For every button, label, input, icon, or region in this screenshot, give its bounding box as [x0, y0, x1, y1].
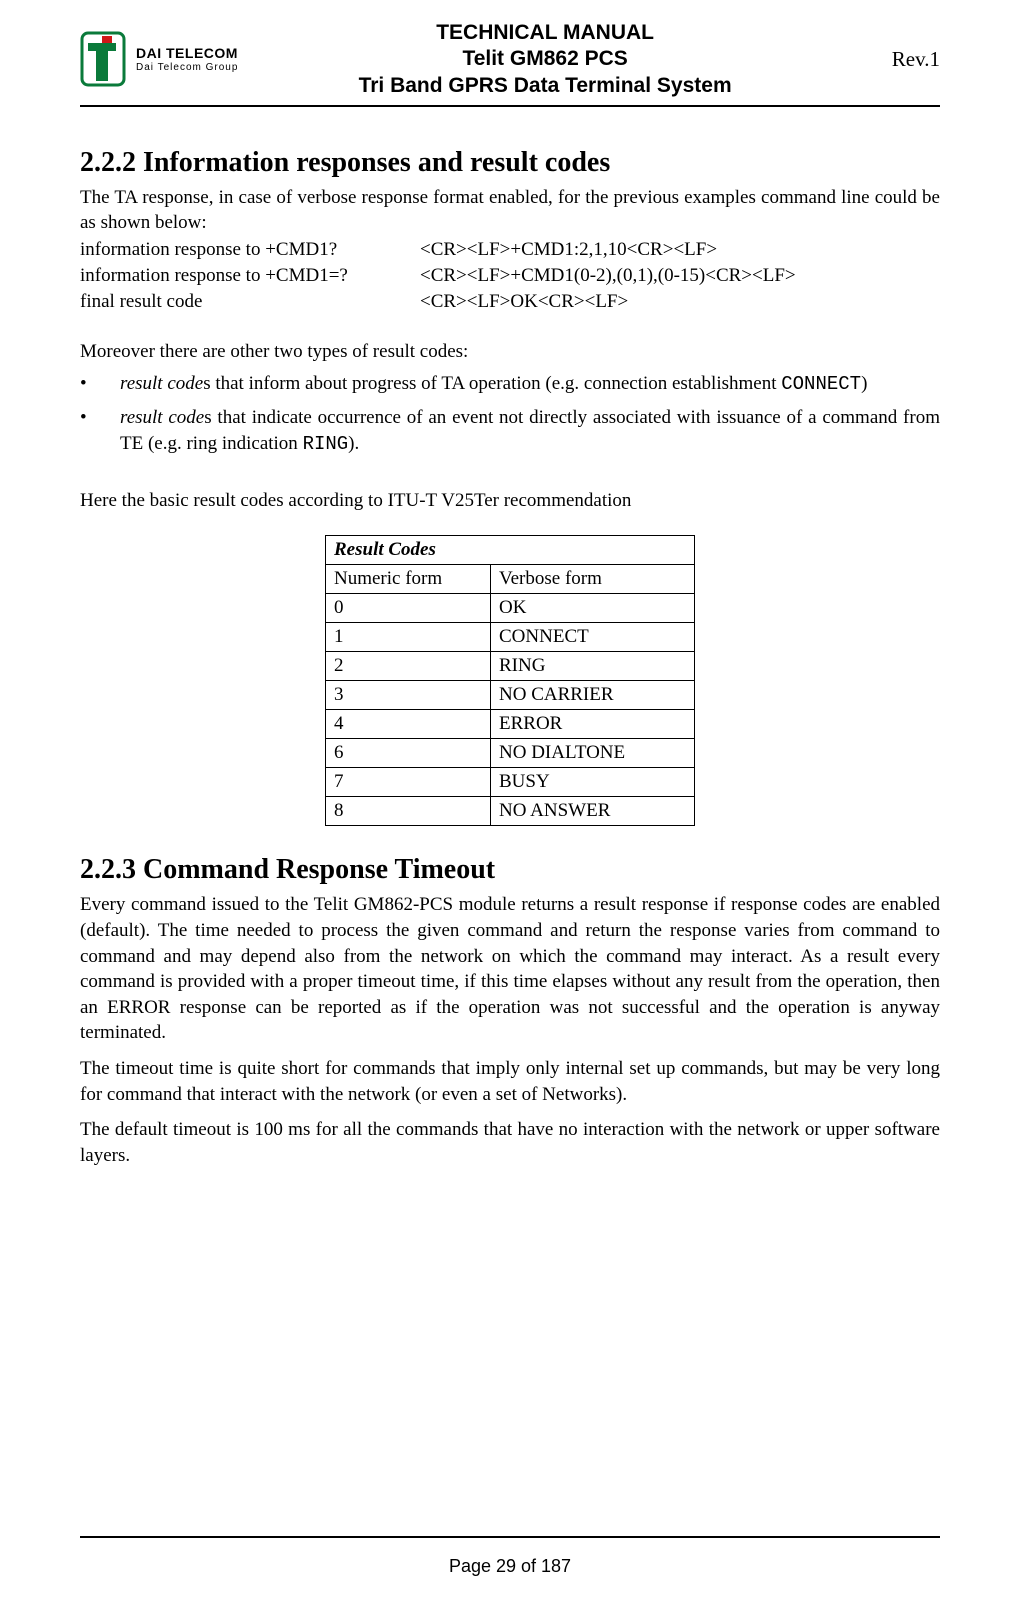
- header-title-line2: Telit GM862 PCS: [238, 46, 851, 72]
- bullet-mono: RING: [303, 433, 349, 455]
- logo-text: DAI TELECOM Dai Telecom Group: [136, 46, 238, 72]
- info-row: final result code <CR><LF>OK<CR><LF>: [80, 291, 940, 313]
- info-label: final result code: [80, 291, 420, 313]
- logo-icon: [80, 31, 126, 87]
- section-222-basic-intro: Here the basic result codes according to…: [80, 488, 940, 514]
- page-header: DAI TELECOM Dai Telecom Group TECHNICAL …: [80, 20, 940, 107]
- cell-numeric: 0: [326, 594, 491, 623]
- table-title: Result Codes: [326, 536, 695, 565]
- footer-page-number: Page 29 of 187: [80, 1556, 940, 1577]
- bullet-italic: result code: [120, 407, 204, 428]
- cell-numeric: 6: [326, 739, 491, 768]
- table-row: 0 OK: [326, 594, 695, 623]
- info-label: information response to +CMD1?: [80, 239, 420, 261]
- info-value: <CR><LF>+CMD1(0-2),(0,1),(0-15)<CR><LF>: [420, 265, 940, 287]
- table-row: 1 CONNECT: [326, 623, 695, 652]
- footer-divider: [80, 1536, 940, 1538]
- header-title-line1: TECHNICAL MANUAL: [238, 20, 851, 46]
- cell-verbose: CONNECT: [491, 623, 695, 652]
- cell-verbose: NO ANSWER: [491, 797, 695, 826]
- cell-numeric: 1: [326, 623, 491, 652]
- bullet-text: s that indicate occurrence of an event n…: [120, 407, 940, 454]
- logo-line2: Dai Telecom Group: [136, 62, 238, 73]
- table-row: 3 NO CARRIER: [326, 681, 695, 710]
- section-223-p2: The timeout time is quite short for comm…: [80, 1056, 940, 1107]
- bullet-italic: result code: [120, 373, 203, 394]
- info-row: information response to +CMD1? <CR><LF>+…: [80, 239, 940, 261]
- logo-line1: DAI TELECOM: [136, 46, 238, 61]
- cell-verbose: NO DIALTONE: [491, 739, 695, 768]
- bullet-text: s that inform about progress of TA opera…: [203, 373, 781, 394]
- section-222-heading: 2.2.2 Information responses and result c…: [80, 147, 940, 179]
- info-row: information response to +CMD1=? <CR><LF>…: [80, 265, 940, 287]
- section-223-p3: The default timeout is 100 ms for all th…: [80, 1117, 940, 1168]
- info-label: information response to +CMD1=?: [80, 265, 420, 287]
- table-row: 7 BUSY: [326, 768, 695, 797]
- cell-verbose: RING: [491, 652, 695, 681]
- table-row: 6 NO DIALTONE: [326, 739, 695, 768]
- cell-numeric: 8: [326, 797, 491, 826]
- cell-numeric: 2: [326, 652, 491, 681]
- cell-verbose: NO CARRIER: [491, 681, 695, 710]
- table-row: 4 ERROR: [326, 710, 695, 739]
- section-222-moreover: Moreover there are other two types of re…: [80, 339, 940, 365]
- cell-verbose: BUSY: [491, 768, 695, 797]
- bullet-tail: ).: [348, 433, 359, 454]
- cell-numeric: 4: [326, 710, 491, 739]
- bullet-item: result codes that indicate occurrence of…: [80, 405, 940, 457]
- cell-verbose: OK: [491, 594, 695, 623]
- header-title: TECHNICAL MANUAL Telit GM862 PCS Tri Ban…: [238, 20, 851, 99]
- cell-verbose: ERROR: [491, 710, 695, 739]
- section-223-heading: 2.2.3 Command Response Timeout: [80, 854, 940, 886]
- table-header-col2: Verbose form: [491, 565, 695, 594]
- bullet-mono: CONNECT: [781, 373, 861, 395]
- logo-block: DAI TELECOM Dai Telecom Group: [80, 31, 238, 87]
- header-revision: Rev.1: [852, 47, 940, 72]
- bullet-tail: ): [861, 373, 867, 394]
- page-footer: Page 29 of 187: [80, 1536, 940, 1577]
- table-row: 8 NO ANSWER: [326, 797, 695, 826]
- table-header-col1: Numeric form: [326, 565, 491, 594]
- cell-numeric: 7: [326, 768, 491, 797]
- info-value: <CR><LF>OK<CR><LF>: [420, 291, 940, 313]
- bullet-item: result codes that inform about progress …: [80, 371, 940, 398]
- cell-numeric: 3: [326, 681, 491, 710]
- table-row: 2 RING: [326, 652, 695, 681]
- result-codes-table: Result Codes Numeric form Verbose form 0…: [325, 535, 695, 826]
- section-223-p1: Every command issued to the Telit GM862-…: [80, 892, 940, 1046]
- bullet-list: result codes that inform about progress …: [80, 371, 940, 458]
- info-value: <CR><LF>+CMD1:2,1,10<CR><LF>: [420, 239, 940, 261]
- header-title-line3: Tri Band GPRS Data Terminal System: [238, 73, 851, 99]
- section-222-intro: The TA response, in case of verbose resp…: [80, 185, 940, 236]
